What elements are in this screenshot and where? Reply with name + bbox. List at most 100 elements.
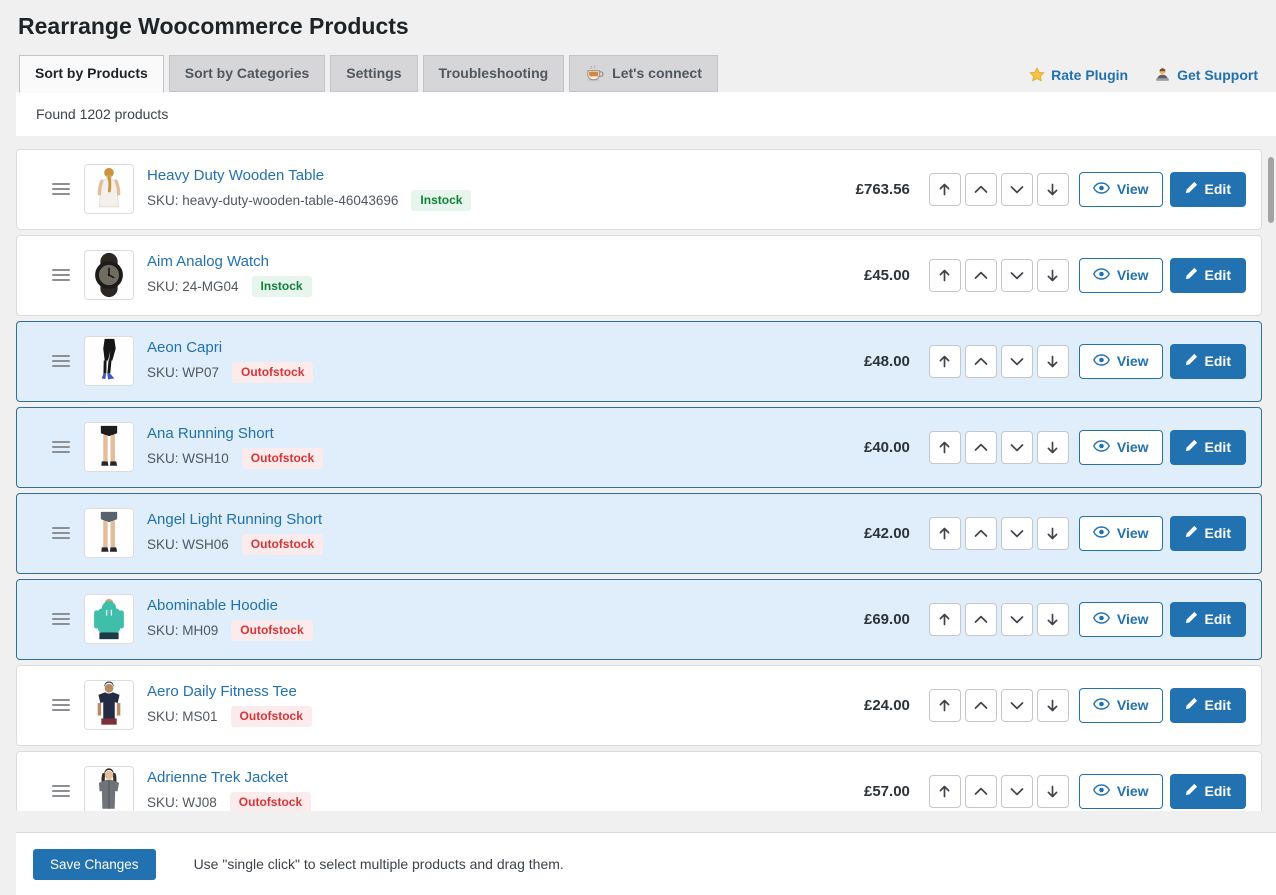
product-price: £42.00 xyxy=(864,525,910,542)
move-to-bottom-button[interactable] xyxy=(1037,259,1069,292)
move-to-bottom-button[interactable] xyxy=(1037,173,1069,206)
move-to-top-button[interactable] xyxy=(929,259,961,292)
tab-let-s-connect[interactable]: Let's connect xyxy=(569,55,718,92)
scrollbar-thumb[interactable] xyxy=(1268,157,1274,223)
view-button-label: View xyxy=(1117,181,1149,197)
product-sku: SKU: WSH06 xyxy=(147,537,229,552)
view-button[interactable]: View xyxy=(1079,688,1163,723)
header-link-label: Rate Plugin xyxy=(1051,67,1128,83)
move-to-top-button[interactable] xyxy=(929,173,961,206)
edit-button[interactable]: Edit xyxy=(1170,774,1246,809)
move-to-bottom-button[interactable] xyxy=(1037,431,1069,464)
product-row[interactable]: Heavy Duty Wooden Table SKU: heavy-duty-… xyxy=(16,149,1262,230)
view-button[interactable]: View xyxy=(1079,430,1163,465)
product-sku: SKU: MS01 xyxy=(147,709,218,724)
product-name-link[interactable]: Angel Light Running Short xyxy=(147,511,323,528)
tab-label: Sort by Products xyxy=(35,65,148,81)
move-to-bottom-button[interactable] xyxy=(1037,345,1069,378)
move-down-button[interactable] xyxy=(1001,689,1033,722)
move-up-button[interactable] xyxy=(965,689,997,722)
chevron-up-icon xyxy=(974,615,988,624)
product-name-link[interactable]: Aero Daily Fitness Tee xyxy=(147,683,312,700)
move-up-button[interactable] xyxy=(965,431,997,464)
view-button[interactable]: View xyxy=(1079,344,1163,379)
arrow-down-icon xyxy=(1045,182,1060,197)
move-to-top-button[interactable] xyxy=(929,517,961,550)
move-down-button[interactable] xyxy=(1001,345,1033,378)
move-down-button[interactable] xyxy=(1001,259,1033,292)
product-row[interactable]: Adrienne Trek Jacket SKU: WJ08 Outofstoc… xyxy=(16,751,1262,811)
move-down-button[interactable] xyxy=(1001,173,1033,206)
drag-handle-icon[interactable] xyxy=(52,183,70,195)
product-row[interactable]: Aero Daily Fitness Tee SKU: MS01 Outofst… xyxy=(16,665,1262,746)
header-link-label: Get Support xyxy=(1177,67,1258,83)
drag-handle-icon[interactable] xyxy=(52,785,70,797)
product-name-link[interactable]: Ana Running Short xyxy=(147,425,323,442)
drag-handle-icon[interactable] xyxy=(52,699,70,711)
drag-handle-icon[interactable] xyxy=(52,613,70,625)
product-row[interactable]: Aeon Capri SKU: WP07 Outofstock £48.00 xyxy=(16,321,1262,402)
tab-settings[interactable]: Settings xyxy=(330,55,417,92)
tab-troubleshooting[interactable]: Troubleshooting xyxy=(423,55,565,92)
edit-button[interactable]: Edit xyxy=(1170,344,1246,379)
move-to-top-button[interactable] xyxy=(929,689,961,722)
product-sku: SKU: WP07 xyxy=(147,365,219,380)
move-to-top-button[interactable] xyxy=(929,431,961,464)
move-to-bottom-button[interactable] xyxy=(1037,689,1069,722)
chevron-up-icon xyxy=(974,787,988,796)
move-down-button[interactable] xyxy=(1001,775,1033,808)
header-link-rate-plugin[interactable]: Rate Plugin xyxy=(1029,67,1128,83)
product-name-link[interactable]: Aeon Capri xyxy=(147,339,313,356)
save-changes-button[interactable]: Save Changes xyxy=(33,849,156,880)
view-button[interactable]: View xyxy=(1079,774,1163,809)
edit-button[interactable]: Edit xyxy=(1170,602,1246,637)
coffee-cup-icon xyxy=(585,65,604,82)
eye-icon xyxy=(1093,267,1110,283)
product-row[interactable]: Angel Light Running Short SKU: WSH06 Out… xyxy=(16,493,1262,574)
move-up-button[interactable] xyxy=(965,517,997,550)
product-row[interactable]: Abominable Hoodie SKU: MH09 Outofstock £… xyxy=(16,579,1262,660)
move-up-button[interactable] xyxy=(965,775,997,808)
move-to-bottom-button[interactable] xyxy=(1037,517,1069,550)
move-down-button[interactable] xyxy=(1001,517,1033,550)
edit-button[interactable]: Edit xyxy=(1170,172,1246,207)
view-button-label: View xyxy=(1117,353,1149,369)
view-button[interactable]: View xyxy=(1079,602,1163,637)
drag-handle-icon[interactable] xyxy=(52,355,70,367)
eye-icon xyxy=(1093,439,1110,455)
product-name-link[interactable]: Abominable Hoodie xyxy=(147,597,313,614)
edit-button[interactable]: Edit xyxy=(1170,430,1246,465)
product-row[interactable]: Ana Running Short SKU: WSH10 Outofstock … xyxy=(16,407,1262,488)
drag-handle-icon[interactable] xyxy=(52,269,70,281)
edit-button[interactable]: Edit xyxy=(1170,516,1246,551)
chevron-down-icon xyxy=(1010,615,1024,624)
view-button[interactable]: View xyxy=(1079,516,1163,551)
product-row[interactable]: Aim Analog Watch SKU: 24-MG04 Instock £4… xyxy=(16,235,1262,316)
arrow-up-icon xyxy=(937,784,952,799)
move-down-button[interactable] xyxy=(1001,603,1033,636)
move-to-bottom-button[interactable] xyxy=(1037,603,1069,636)
move-to-top-button[interactable] xyxy=(929,345,961,378)
move-up-button[interactable] xyxy=(965,173,997,206)
tab-sort-by-products[interactable]: Sort by Products xyxy=(19,55,164,93)
product-name-link[interactable]: Aim Analog Watch xyxy=(147,253,312,270)
product-name-link[interactable]: Adrienne Trek Jacket xyxy=(147,769,311,786)
pencil-icon xyxy=(1185,783,1198,799)
view-button[interactable]: View xyxy=(1079,258,1163,293)
move-to-bottom-button[interactable] xyxy=(1037,775,1069,808)
drag-handle-icon[interactable] xyxy=(52,527,70,539)
eye-icon xyxy=(1093,353,1110,369)
edit-button[interactable]: Edit xyxy=(1170,258,1246,293)
edit-button[interactable]: Edit xyxy=(1170,688,1246,723)
product-name-link[interactable]: Heavy Duty Wooden Table xyxy=(147,167,471,184)
move-to-top-button[interactable] xyxy=(929,603,961,636)
move-up-button[interactable] xyxy=(965,345,997,378)
header-link-get-support[interactable]: Get Support xyxy=(1154,67,1258,83)
move-to-top-button[interactable] xyxy=(929,775,961,808)
drag-handle-icon[interactable] xyxy=(52,441,70,453)
tab-sort-by-categories[interactable]: Sort by Categories xyxy=(169,55,325,92)
view-button[interactable]: View xyxy=(1079,172,1163,207)
move-down-button[interactable] xyxy=(1001,431,1033,464)
move-up-button[interactable] xyxy=(965,259,997,292)
move-up-button[interactable] xyxy=(965,603,997,636)
